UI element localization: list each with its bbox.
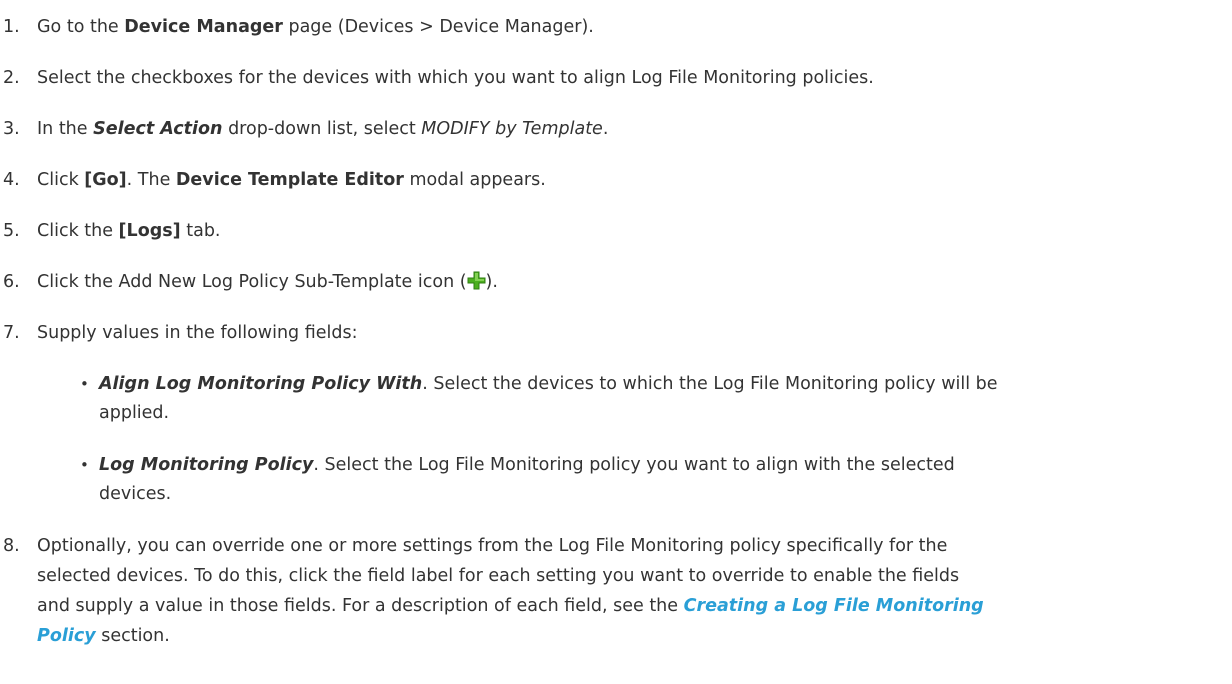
field-term: Align Log Monitoring Policy With [99,374,423,394]
step-number: 6. [3,272,20,292]
step-8: 8. Optionally, you can override one or m… [0,532,1225,560]
step-text: Optionally, you can override one or more… [37,536,948,556]
step-text: Click [37,170,85,190]
step-7: 7. Supply values in the following fields… [0,319,1225,347]
bullet-dot-icon: • [80,456,89,474]
step-text: modal appears. [403,170,546,190]
step-8-line-2: selected devices. To do this, click the … [0,562,1225,590]
step-1: 1. Go to the Device Manager page (Device… [0,13,1225,41]
bullet-dot-icon: • [80,375,89,393]
select-action-label: Select Action [93,119,223,139]
step-text: Select the checkboxes for the devices wi… [37,68,874,88]
creating-policy-link-continued[interactable]: Policy [37,626,96,646]
step-number: 2. [3,68,20,88]
step-text: section. [95,626,170,646]
modify-by-template-label: MODIFY by Template [421,119,603,139]
step-2: 2. Select the checkboxes for the devices… [0,64,1225,92]
step-number: 8. [3,536,20,556]
step-5: 5. Click the [Logs] tab. [0,217,1225,245]
add-plus-icon [467,271,486,290]
step-number: 5. [3,221,20,241]
field-description: applied. [99,403,170,423]
step-text: tab. [180,221,221,241]
field-description: . Select the devices to which the Log Fi… [422,374,998,394]
step-8-line-3: and supply a value in those fields. For … [0,592,1225,620]
go-button-label: [Go] [84,170,127,190]
step-number: 7. [3,323,20,343]
step-text: and supply a value in those fields. For … [37,596,684,616]
device-template-editor-label: Device Template Editor [175,170,404,190]
bullet-item: • Align Log Monitoring Policy With. Sele… [0,370,1225,398]
step-text: Supply values in the following fields: [37,323,358,343]
step-4: 4. Click [Go]. The Device Template Edito… [0,166,1225,194]
step-text: ). [485,272,498,292]
bullet-continuation: applied. [0,399,1225,427]
field-description: devices. [99,484,172,504]
step-8-line-4: Policy section. [0,622,1225,650]
step-3: 3. In the Select Action drop-down list, … [0,115,1225,143]
device-manager-label: Device Manager [124,17,283,37]
step-text: drop-down list, select [222,119,422,139]
bullet-continuation: devices. [0,480,1225,508]
step-number: 1. [3,17,20,37]
step-text: Click the Add New Log Policy Sub-Templat… [37,272,467,292]
field-description: . Select the Log File Monitoring policy … [313,455,955,475]
step-6: 6. Click the Add New Log Policy Sub-Temp… [0,268,1225,296]
step-number: 4. [3,170,20,190]
step-text: . The [126,170,176,190]
step-text: Click the [37,221,119,241]
logs-tab-label: [Logs] [118,221,181,241]
step-text: page (Devices > Device Manager). [282,17,594,37]
step-text: . [602,119,609,139]
step-text: In the [37,119,94,139]
creating-policy-link[interactable]: Creating a Log File Monitoring [684,596,984,616]
step-number: 3. [3,119,20,139]
bullet-item: • Log Monitoring Policy. Select the Log … [0,451,1225,479]
step-text: selected devices. To do this, click the … [37,566,960,586]
field-term: Log Monitoring Policy [99,455,314,475]
step-text: Go to the [37,17,125,37]
